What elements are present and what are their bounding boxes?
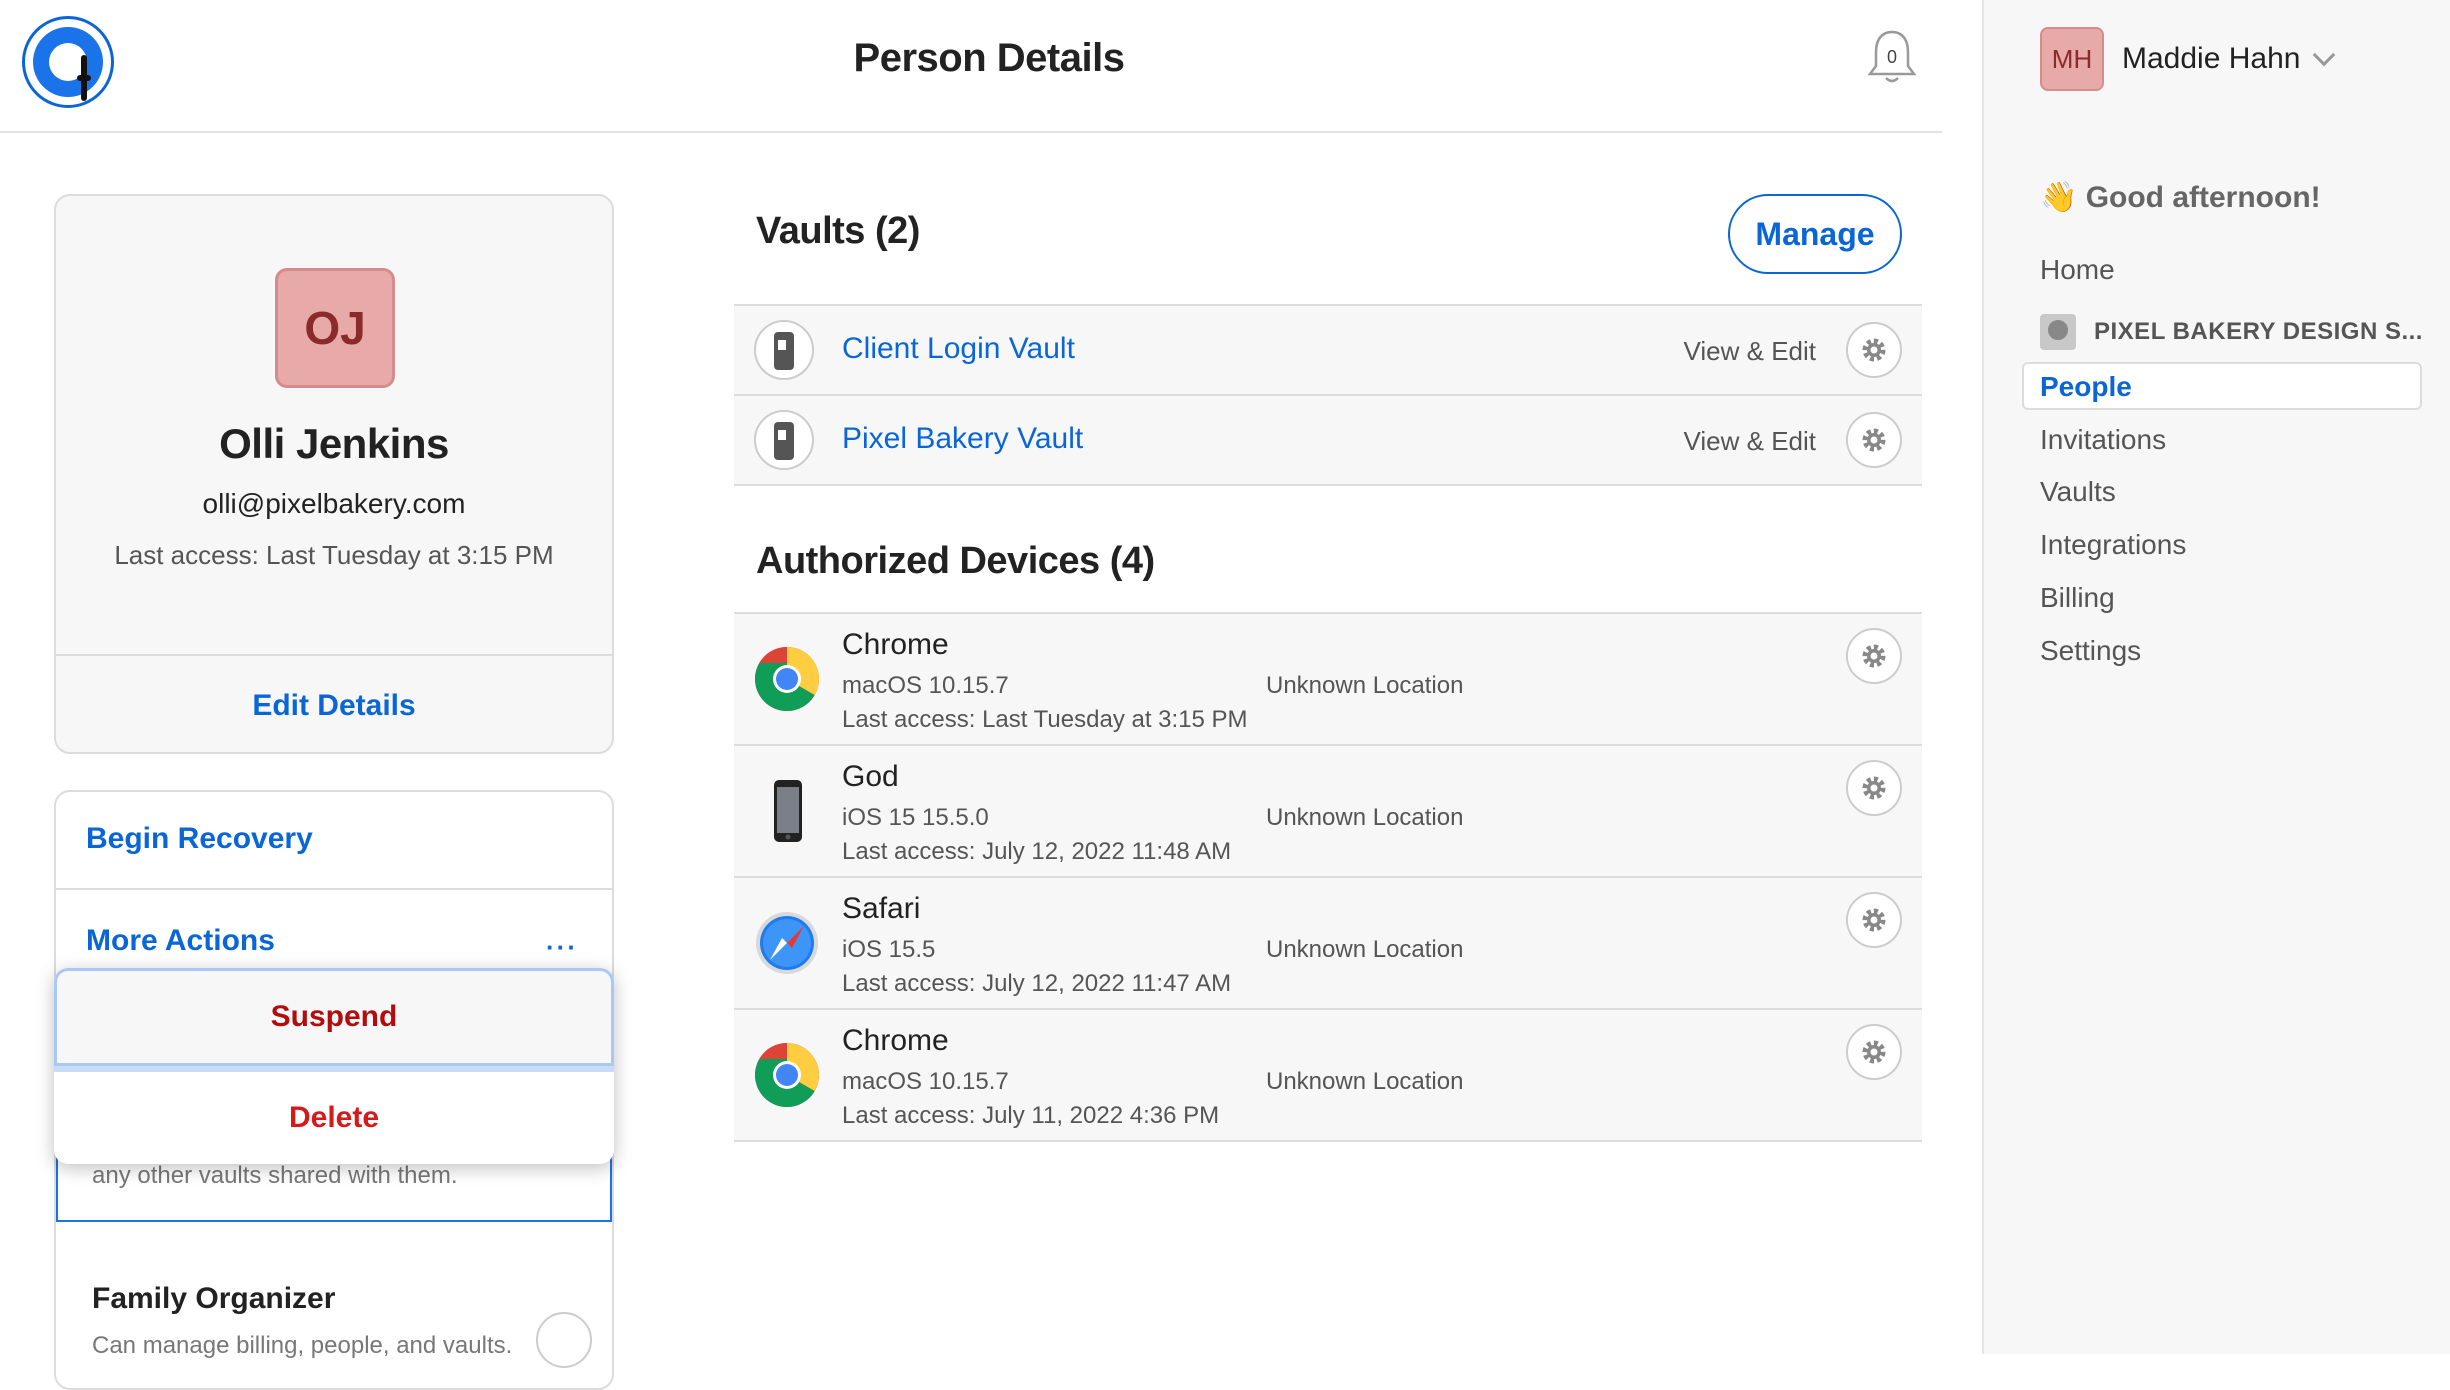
device-name: God: [842, 760, 899, 793]
device-last-access: Last access: July 12, 2022 11:48 AM: [842, 838, 1232, 865]
device-location: Unknown Location: [1266, 936, 1464, 963]
more-actions-menu: Suspend Delete: [54, 968, 614, 1164]
device-name: Safari: [842, 892, 921, 925]
vault-name[interactable]: Client Login Vault: [842, 332, 1075, 366]
device-row[interactable]: God iOS 15 15.5.0 Last access: July 12, …: [734, 744, 1922, 876]
device-name: Chrome: [842, 1024, 949, 1057]
device-last-access: Last access: July 12, 2022 11:47 AM: [842, 970, 1232, 997]
nav-integrations[interactable]: Integrations: [2040, 529, 2186, 561]
family-organizer-title: Family Organizer: [92, 1282, 336, 1315]
top-header: Person Details 0: [0, 0, 1942, 133]
gear-icon[interactable]: [1846, 628, 1902, 684]
device-os: iOS 15 15.5.0: [842, 804, 989, 831]
vault-row[interactable]: Pixel Bakery Vault View & Edit: [734, 394, 1922, 484]
device-row[interactable]: Chrome macOS 10.15.7 Last access: Last T…: [734, 612, 1922, 744]
device-row[interactable]: Chrome macOS 10.15.7 Last access: July 1…: [734, 1008, 1922, 1140]
page-title: Person Details: [853, 36, 1125, 80]
device-os: macOS 10.15.7: [842, 672, 1009, 699]
device-os: iOS 15.5: [842, 936, 936, 963]
family-organizer-description: Can manage billing, people, and vaults.: [92, 1332, 513, 1359]
device-name: Chrome: [842, 628, 949, 661]
device-os: macOS 10.15.7: [842, 1068, 1009, 1095]
divider: [734, 484, 1922, 486]
user-avatar: MH: [2040, 27, 2104, 91]
vault-icon: [754, 410, 814, 470]
gear-icon[interactable]: [1846, 412, 1902, 468]
gear-icon[interactable]: [1846, 1024, 1902, 1080]
menu-item-suspend[interactable]: Suspend: [54, 968, 614, 1066]
more-dots-icon: ···: [546, 932, 578, 962]
notification-count: 0: [1887, 47, 1897, 67]
role-description-partial: any other vaults shared with them.: [92, 1162, 458, 1189]
nav-vaults[interactable]: Vaults: [2040, 476, 2116, 508]
user-menu-button[interactable]: MH Maddie Hahn: [2040, 26, 2336, 92]
edit-details-button[interactable]: Edit Details: [56, 654, 612, 752]
person-avatar: OJ: [275, 268, 395, 388]
device-location: Unknown Location: [1266, 804, 1464, 831]
organization-avatar-icon: [2040, 314, 2076, 350]
person-email: olli@pixelbakery.com: [202, 488, 466, 519]
person-name: Olli Jenkins: [219, 420, 449, 467]
vault-icon: [754, 320, 814, 380]
begin-recovery-button[interactable]: Begin Recovery: [56, 792, 612, 890]
nav-people-label: People: [2040, 371, 2132, 402]
vault-permission: View & Edit: [1683, 336, 1816, 366]
chrome-icon: [754, 1042, 820, 1108]
nav-invitations[interactable]: Invitations: [2040, 424, 2166, 456]
vault-name[interactable]: Pixel Bakery Vault: [842, 422, 1083, 456]
person-last-access: Last access: Last Tuesday at 3:15 PM: [114, 540, 554, 570]
person-card: OJ Olli Jenkins olli@pixelbakery.com Las…: [54, 194, 614, 754]
begin-recovery-label: Begin Recovery: [86, 822, 313, 855]
manage-vaults-button[interactable]: Manage: [1728, 194, 1902, 274]
chevron-down-icon: [2313, 43, 2336, 67]
divider: [734, 1140, 1922, 1142]
edit-details-label: Edit Details: [252, 689, 416, 722]
notification-bell-icon[interactable]: 0: [1866, 28, 1918, 86]
device-location: Unknown Location: [1266, 1068, 1464, 1095]
vaults-title: Vaults (2): [756, 210, 920, 252]
gear-icon[interactable]: [1846, 322, 1902, 378]
greeting-text: 👋 Good afternoon!: [2040, 181, 2321, 214]
right-sidebar: MH Maddie Hahn 👋 Good afternoon! Home PI…: [1982, 0, 2450, 1354]
nav-organization[interactable]: PIXEL BAKERY DESIGN S...: [2040, 314, 2423, 350]
device-location: Unknown Location: [1266, 672, 1464, 699]
device-last-access: Last access: July 11, 2022 4:36 PM: [842, 1102, 1220, 1129]
user-name: Maddie Hahn: [2122, 42, 2301, 75]
menu-item-delete[interactable]: Delete: [54, 1066, 614, 1164]
org-name: PIXEL BAKERY DESIGN S...: [2094, 318, 2423, 345]
nav-settings[interactable]: Settings: [2040, 635, 2141, 667]
family-organizer-radio[interactable]: [536, 1312, 592, 1368]
device-last-access: Last access: Last Tuesday at 3:15 PM: [842, 706, 1248, 733]
nav-people[interactable]: People: [2022, 362, 2422, 410]
iphone-icon: [754, 778, 820, 844]
gear-icon[interactable]: [1846, 760, 1902, 816]
devices-title: Authorized Devices (4): [756, 540, 1155, 582]
gear-icon[interactable]: [1846, 892, 1902, 948]
chrome-icon: [754, 646, 820, 712]
vault-permission: View & Edit: [1683, 426, 1816, 456]
vault-row[interactable]: Client Login Vault View & Edit: [734, 304, 1922, 394]
device-row[interactable]: Safari iOS 15.5 Last access: July 12, 20…: [734, 876, 1922, 1008]
more-actions-label: More Actions: [86, 924, 275, 957]
nav-billing[interactable]: Billing: [2040, 582, 2115, 614]
nav-home[interactable]: Home: [2040, 254, 2115, 286]
safari-icon: [754, 910, 820, 976]
